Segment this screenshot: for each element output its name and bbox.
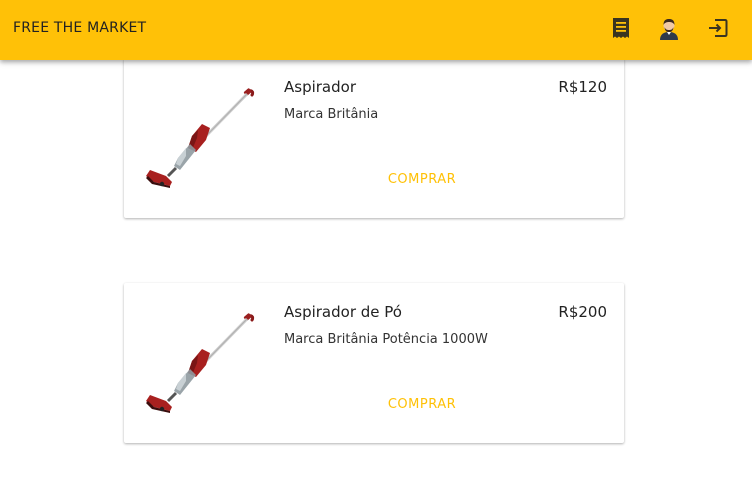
product-description: Marca Britânia <box>284 107 379 122</box>
product-price: R$120 <box>558 78 607 96</box>
receipt-icon[interactable] <box>609 16 633 40</box>
product-card: Aspirador de Pó R$200 Marca Britânia Pot… <box>124 283 624 443</box>
vacuum-cleaner-image <box>140 303 260 413</box>
avatar-icon[interactable] <box>657 16 681 40</box>
buy-button[interactable]: COMPRAR <box>379 389 465 421</box>
app-bar: FREE THE MARKET <box>0 0 752 60</box>
product-price: R$200 <box>558 303 607 321</box>
product-card: Aspirador R$120 Marca Britânia COMPRAR <box>124 58 624 218</box>
logout-icon[interactable] <box>706 16 730 40</box>
product-name: Aspirador de Pó <box>284 303 402 321</box>
app-title: FREE THE MARKET <box>13 20 147 36</box>
buy-button[interactable]: COMPRAR <box>379 164 465 196</box>
product-description: Marca Britânia Potência 1000W <box>284 332 488 347</box>
vacuum-cleaner-image <box>140 78 260 188</box>
product-name: Aspirador <box>284 78 356 96</box>
product-list: Aspirador R$120 Marca Britânia COMPRAR A… <box>0 58 752 489</box>
